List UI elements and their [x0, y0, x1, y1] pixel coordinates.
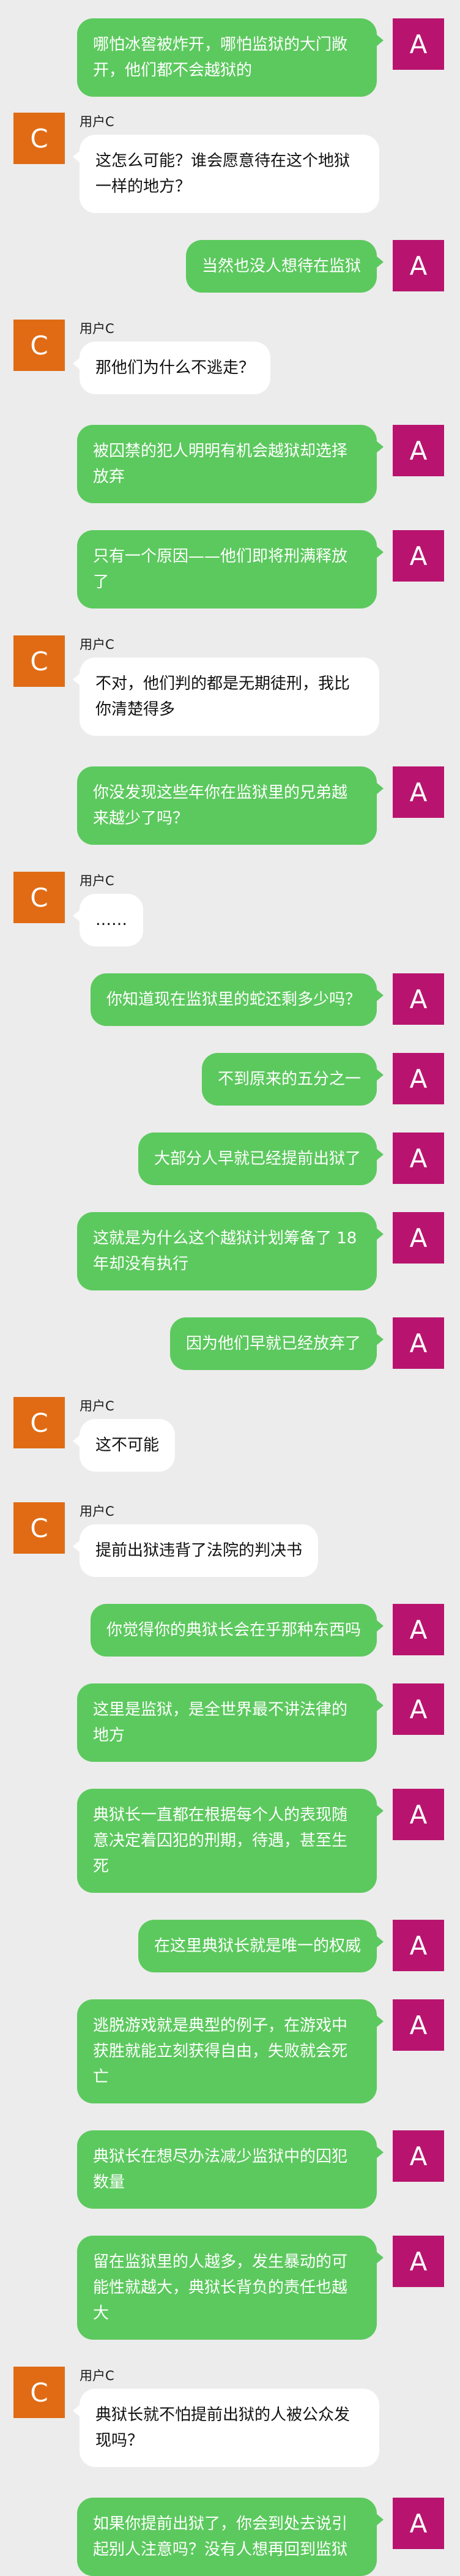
- message-content: 用户C 那他们为什么不逃走？: [72, 320, 271, 394]
- message-bubble[interactable]: 如果你提前出狱了，你会到处去说引起别人注意吗？没有人想再回到监狱: [77, 2498, 384, 2576]
- avatar[interactable]: A: [393, 240, 444, 291]
- message-row-sent: 典狱长一直都在根据每个人的表现随意决定着囚犯的刑期，待遇，甚至生死 A: [13, 1789, 444, 1893]
- sender-name: 用户C: [80, 2368, 114, 2383]
- message-row-sent: 不到原来的五分之一 A: [13, 1053, 444, 1106]
- avatar[interactable]: A: [393, 1999, 444, 2051]
- message-bubble[interactable]: 不到原来的五分之一: [201, 1053, 384, 1106]
- message-bubble[interactable]: 不对，他们判的都是无期徒刑，我比你清楚得多: [73, 657, 379, 736]
- message-row-sent: 你没发现这些年你在监狱里的兄弟越来越少了吗？ A: [13, 766, 444, 845]
- avatar[interactable]: A: [393, 1789, 444, 1840]
- avatar[interactable]: A: [393, 1604, 444, 1655]
- avatar[interactable]: C: [13, 320, 65, 371]
- chat-area: 哪怕冰窖被炸开，哪怕监狱的大门敞开，他们都不会越狱的 A C 用户C 这怎么可能？谁会愿…: [0, 0, 460, 2576]
- avatar[interactable]: A: [393, 1317, 444, 1369]
- avatar[interactable]: C: [13, 1397, 65, 1448]
- avatar[interactable]: A: [393, 1920, 444, 1971]
- message-content: 用户C ……: [73, 872, 143, 946]
- message-row-received: C 用户C 典狱长就不怕提前出狱的人被公众发现吗？: [13, 2367, 444, 2467]
- sender-name: 用户C: [80, 874, 114, 888]
- message-bubble[interactable]: 这就是为什么这个越狱计划筹备了 18 年却没有执行: [77, 1212, 384, 1290]
- sender-name: 用户C: [80, 114, 114, 129]
- message-row-received: C 用户C 不对，他们判的都是无期徒刑，我比你清楚得多: [13, 635, 444, 736]
- avatar[interactable]: A: [393, 766, 444, 818]
- avatar[interactable]: C: [13, 1502, 65, 1554]
- message-content: 用户C 这不可能: [72, 1397, 176, 1472]
- avatar[interactable]: A: [393, 2498, 444, 2549]
- message-content: 用户C 不对，他们判的都是无期徒刑，我比你清楚得多: [73, 635, 379, 736]
- avatar[interactable]: C: [13, 635, 65, 687]
- message-row-sent: 留在监狱里的人越多，发生暴动的可能性就越大，典狱长背负的责任也越大 A: [13, 2236, 444, 2340]
- message-row-sent: 典狱长在想尽办法减少监狱中的囚犯数量 A: [13, 2130, 444, 2209]
- message-row-sent: 被囚禁的犯人明明有机会越狱却选择放弃 A: [13, 425, 444, 503]
- message-bubble[interactable]: 你觉得你的典狱长会在乎那种东西吗: [90, 1604, 384, 1657]
- sender-name: 用户C: [80, 1504, 114, 1519]
- message-row-sent: 这就是为什么这个越狱计划筹备了 18 年却没有执行 A: [13, 1212, 444, 1290]
- message-bubble[interactable]: 逃脱游戏就是典型的例子，在游戏中获胜就能立刻获得自由，失败就会死亡: [77, 1999, 384, 2103]
- message-content: 用户C 典狱长就不怕提前出狱的人被公众发现吗？: [73, 2367, 379, 2467]
- avatar[interactable]: A: [393, 425, 444, 476]
- avatar[interactable]: A: [393, 1053, 444, 1104]
- message-bubble[interactable]: 哪怕冰窖被炸开，哪怕监狱的大门敞开，他们都不会越狱的: [77, 18, 384, 97]
- message-bubble[interactable]: 你没发现这些年你在监狱里的兄弟越来越少了吗？: [77, 766, 384, 845]
- message-row-sent: 逃脱游戏就是典型的例子，在游戏中获胜就能立刻获得自由，失败就会死亡 A: [13, 1999, 444, 2103]
- avatar[interactable]: C: [13, 2367, 65, 2418]
- avatar[interactable]: A: [393, 18, 444, 70]
- message-row-received: C 用户C 这不可能: [13, 1397, 444, 1472]
- message-bubble[interactable]: 那他们为什么不逃走？: [72, 342, 271, 394]
- message-bubble[interactable]: 这怎么可能？谁会愿意待在这个地狱一样的地方？: [73, 135, 379, 213]
- message-bubble[interactable]: 在这里典狱长就是唯一的权威: [138, 1920, 384, 1972]
- message-bubble[interactable]: 被囚禁的犯人明明有机会越狱却选择放弃: [77, 425, 384, 503]
- message-bubble[interactable]: 大部分人早就已经提前出狱了: [138, 1133, 384, 1185]
- avatar[interactable]: C: [13, 113, 65, 164]
- message-bubble[interactable]: 当然也没人想待在监狱: [185, 240, 384, 293]
- message-row-sent: 大部分人早就已经提前出狱了 A: [13, 1133, 444, 1185]
- avatar[interactable]: C: [13, 872, 65, 923]
- message-row-sent: 这里是监狱，是全世界最不讲法律的地方 A: [13, 1683, 444, 1762]
- message-row-sent: 只有一个原因——他们即将刑满释放了 A: [13, 530, 444, 608]
- message-bubble[interactable]: 只有一个原因——他们即将刑满释放了: [77, 530, 384, 608]
- avatar[interactable]: A: [393, 2130, 444, 2182]
- message-row-received: C 用户C 提前出狱违背了法院的判决书: [13, 1502, 444, 1577]
- message-bubble[interactable]: 典狱长一直都在根据每个人的表现随意决定着囚犯的刑期，待遇，甚至生死: [77, 1789, 384, 1893]
- avatar[interactable]: A: [393, 530, 444, 582]
- message-row-sent: 在这里典狱长就是唯一的权威 A: [13, 1920, 444, 1972]
- message-row-received: C 用户C 这怎么可能？谁会愿意待在这个地狱一样的地方？: [13, 113, 444, 213]
- message-row-sent: 如果你提前出狱了，你会到处去说引起别人注意吗？没有人想再回到监狱 A: [13, 2498, 444, 2576]
- message-bubble[interactable]: ……: [73, 894, 143, 946]
- message-bubble[interactable]: 留在监狱里的人越多，发生暴动的可能性就越大，典狱长背负的责任也越大: [77, 2236, 384, 2340]
- message-row-sent: 你知道现在监狱里的蛇还剩多少吗？ A: [13, 973, 444, 1026]
- message-bubble[interactable]: 典狱长在想尽办法减少监狱中的囚犯数量: [77, 2130, 384, 2209]
- message-row-received: C 用户C 那他们为什么不逃走？: [13, 320, 444, 394]
- message-row-sent: 因为他们早就已经放弃了 A: [13, 1317, 444, 1370]
- sender-name: 用户C: [80, 637, 114, 652]
- message-bubble[interactable]: 这里是监狱，是全世界最不讲法律的地方: [77, 1683, 384, 1762]
- sender-name: 用户C: [80, 1399, 114, 1413]
- message-bubble[interactable]: 因为他们早就已经放弃了: [169, 1317, 384, 1370]
- message-bubble[interactable]: 提前出狱违背了法院的判决书: [72, 1524, 319, 1577]
- sender-name: 用户C: [80, 321, 114, 336]
- message-row-sent: 当然也没人想待在监狱 A: [13, 240, 444, 293]
- avatar[interactable]: A: [393, 1212, 444, 1264]
- message-bubble[interactable]: 你知道现在监狱里的蛇还剩多少吗？: [90, 973, 384, 1026]
- message-bubble[interactable]: 这不可能: [72, 1419, 176, 1472]
- message-row-received: C 用户C ……: [13, 872, 444, 946]
- message-row-sent: 你觉得你的典狱长会在乎那种东西吗 A: [13, 1604, 444, 1657]
- avatar[interactable]: A: [393, 973, 444, 1025]
- avatar[interactable]: A: [393, 1133, 444, 1184]
- message-bubble[interactable]: 典狱长就不怕提前出狱的人被公众发现吗？: [73, 2389, 379, 2467]
- message-content: 用户C 这怎么可能？谁会愿意待在这个地狱一样的地方？: [73, 113, 379, 213]
- message-content: 用户C 提前出狱违背了法院的判决书: [72, 1502, 319, 1577]
- avatar[interactable]: A: [393, 2236, 444, 2287]
- message-row-sent: 哪怕冰窖被炸开，哪怕监狱的大门敞开，他们都不会越狱的 A: [13, 18, 444, 97]
- avatar[interactable]: A: [393, 1683, 444, 1735]
